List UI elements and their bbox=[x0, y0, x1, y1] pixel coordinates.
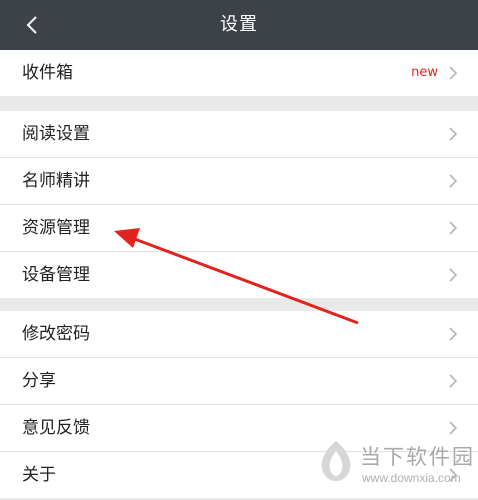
settings-item-label: 修改密码 bbox=[22, 324, 90, 344]
watermark-url: www.downxia.com bbox=[362, 471, 461, 485]
settings-item-label: 意见反馈 bbox=[22, 418, 90, 438]
chevron-right-icon bbox=[449, 66, 458, 80]
settings-item-label: 阅读设置 bbox=[22, 124, 90, 144]
chevron-right-icon bbox=[449, 221, 458, 235]
chevron-right-icon bbox=[449, 421, 458, 435]
chevron-right-icon bbox=[449, 374, 458, 388]
chevron-right-icon bbox=[449, 174, 458, 188]
settings-item-devices[interactable]: 设备管理 bbox=[0, 252, 478, 298]
chevron-right-icon bbox=[449, 268, 458, 282]
site-watermark: 当下软件园 www.downxia.com bbox=[316, 437, 478, 500]
settings-item-teachers[interactable]: 名师精讲 bbox=[0, 158, 478, 205]
chevron-right-icon bbox=[449, 327, 458, 341]
settings-item-password[interactable]: 修改密码 bbox=[0, 311, 478, 358]
settings-item-label: 收件箱 bbox=[22, 63, 73, 83]
watermark-logo-icon bbox=[321, 441, 351, 481]
new-badge: new bbox=[411, 65, 438, 80]
settings-item-label: 分享 bbox=[22, 371, 56, 391]
chevron-right-icon bbox=[449, 127, 458, 141]
settings-item-label: 关于 bbox=[22, 465, 56, 485]
settings-item-label: 设备管理 bbox=[22, 265, 90, 285]
settings-group-general: 阅读设置 名师精讲 资源管理 设备管理 bbox=[0, 111, 478, 298]
settings-item-reading[interactable]: 阅读设置 bbox=[0, 111, 478, 158]
settings-item-inbox[interactable]: 收件箱 new bbox=[0, 50, 478, 96]
settings-item-label: 资源管理 bbox=[22, 218, 90, 238]
settings-item-resources[interactable]: 资源管理 bbox=[0, 205, 478, 252]
settings-item-share[interactable]: 分享 bbox=[0, 358, 478, 405]
settings-group-inbox: 收件箱 new bbox=[0, 50, 478, 96]
header-bar: 设置 bbox=[0, 0, 478, 50]
page-title: 设置 bbox=[220, 14, 258, 35]
watermark-name: 当下软件园 bbox=[360, 445, 475, 469]
settings-item-label: 名师精讲 bbox=[22, 171, 90, 191]
